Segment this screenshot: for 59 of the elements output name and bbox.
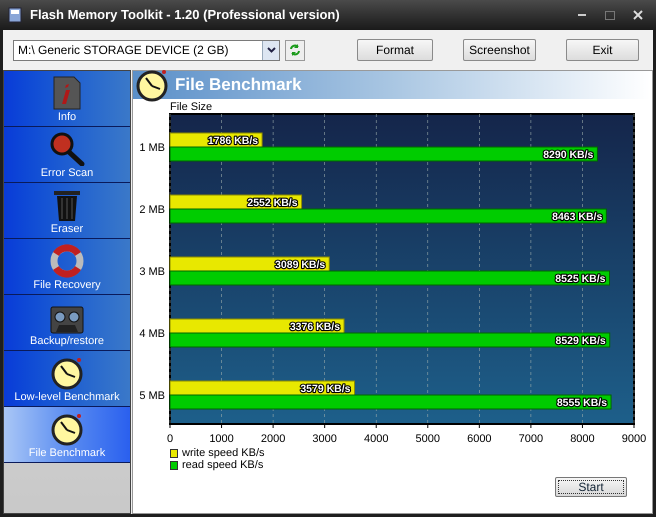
toolbar-button[interactable]: Format [357, 39, 433, 61]
sidebar-item[interactable]: File Recovery [4, 239, 130, 295]
bar-value-label: 3089 KB/s [275, 259, 326, 271]
magnifier-icon [49, 132, 85, 166]
tick-label: 0 [166, 433, 174, 445]
sidebar-item[interactable]: Error Scan [4, 127, 130, 183]
sidebar-item[interactable]: File Benchmark [4, 407, 130, 463]
category-label: 2 MB [139, 204, 165, 216]
bar-value-label: 1786 KB/s [208, 135, 258, 147]
bar-value-label: 8290 KB/s [543, 149, 594, 161]
info-icon [52, 76, 82, 110]
start-button[interactable]: Start [555, 477, 627, 497]
category-label: 4 MB [139, 328, 165, 340]
bar-value-label: 8529 KB/s [556, 335, 606, 347]
stopwatch-icon [50, 412, 84, 446]
app-icon [8, 7, 22, 23]
bar-value-label: 3376 KB/s [290, 321, 340, 333]
refresh-button[interactable] [285, 40, 305, 60]
tick-label: 3000 [312, 433, 337, 445]
minimize-icon [578, 14, 586, 16]
toolbar-button[interactable]: Exit [566, 39, 639, 61]
legend-label: write speed KB/s [182, 446, 265, 460]
bar-value-label: 8525 KB/s [555, 273, 606, 285]
tick-label: 9000 [622, 433, 646, 445]
category-label: 1 MB [139, 142, 165, 154]
cassette-icon [50, 306, 84, 334]
sidebar-item[interactable]: Low-level Benchmark [4, 351, 130, 407]
sidebar-item[interactable]: Backup/restore [4, 295, 130, 351]
tick-label: 2000 [260, 433, 286, 445]
dropdown-value: M:\ Generic STORAGE DEVICE (2 GB) [18, 42, 230, 59]
chevron-down-icon [266, 47, 276, 53]
tick-label: 6000 [467, 433, 492, 445]
stopwatch-icon [50, 356, 84, 390]
legend-label: read speed KB/s [182, 458, 264, 473]
bar-value-label: 3579 KB/s [300, 383, 351, 395]
bar-value-label: 8555 KB/s [556, 397, 608, 409]
stopwatch-icon [135, 68, 169, 102]
bar-value-label: 8463 KB/s [552, 211, 602, 223]
panel-title: File Benchmark [175, 74, 302, 96]
bar-value-label: 2552 KB/s [247, 197, 298, 209]
device-dropdown[interactable]: M:\ Generic STORAGE DEVICE (2 GB) [13, 40, 280, 60]
tick-label: 1000 [209, 433, 234, 445]
trash-bin-icon [53, 188, 81, 222]
tick-label: 7000 [518, 433, 544, 445]
maximize-icon [605, 10, 615, 20]
tick-label: 8000 [570, 433, 595, 445]
category-label: 3 MB [139, 266, 165, 278]
close-icon [633, 10, 643, 20]
window-title: Flash Memory Toolkit - 1.20 (Professional version) [30, 6, 340, 24]
lifebuoy-icon [50, 244, 84, 278]
axis-title: File Size [170, 101, 212, 113]
tick-label: 5000 [416, 433, 440, 445]
dropdown-arrow-button[interactable] [262, 40, 279, 60]
refresh-icon [289, 43, 301, 57]
sidebar-item[interactable]: Info [4, 71, 130, 127]
toolbar-button[interactable]: Screenshot [463, 39, 536, 61]
sidebar-item[interactable]: Eraser [4, 183, 130, 239]
category-label: 5 MB [139, 390, 165, 402]
tick-label: 4000 [364, 433, 388, 445]
